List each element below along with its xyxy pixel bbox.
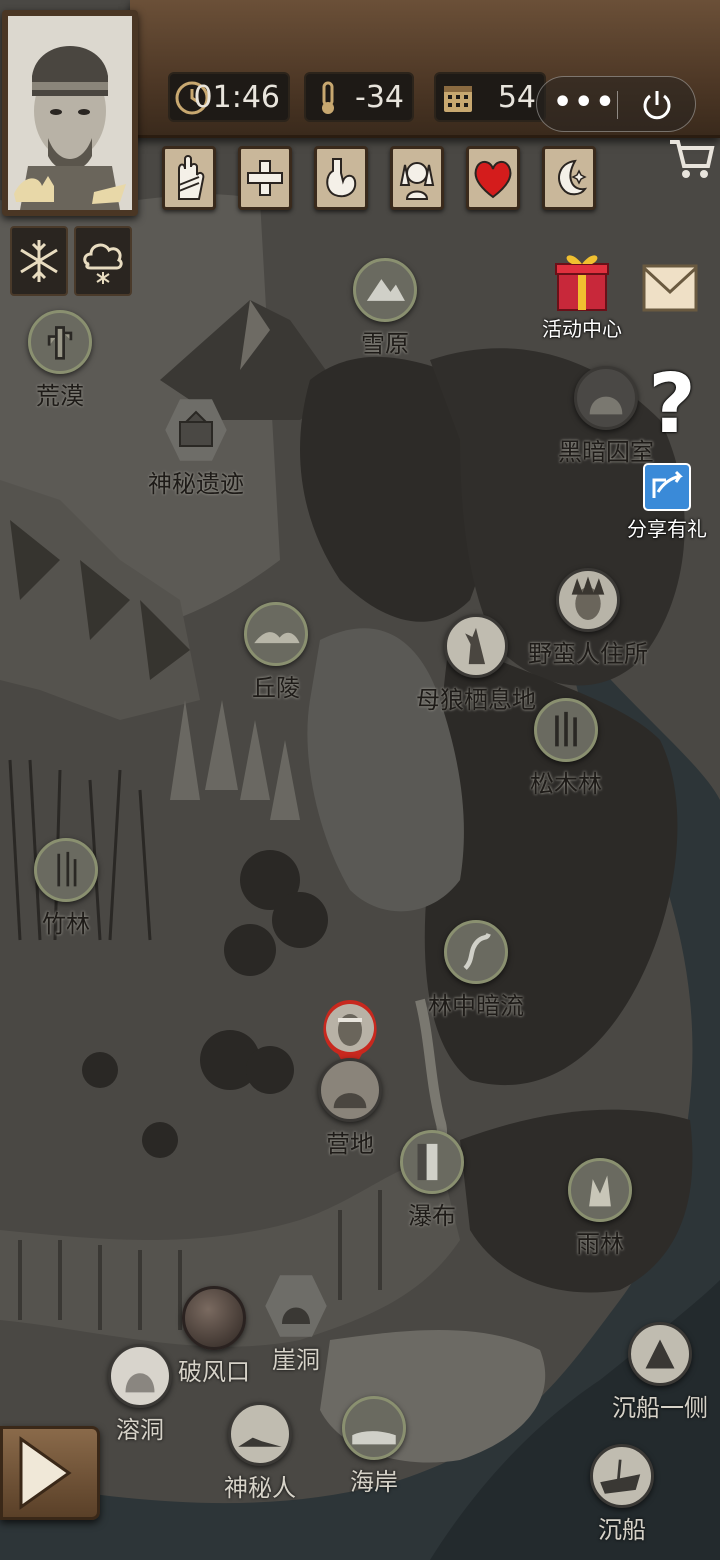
location-dark-cave[interactable]: 黑暗囚室: [546, 366, 666, 467]
cave-icon: [574, 366, 638, 430]
location-snowfield[interactable]: 雪原: [325, 258, 445, 359]
location-forest-stream[interactable]: 林中暗流: [416, 920, 536, 1021]
mail-icon[interactable]: [642, 262, 698, 314]
location-bamboo[interactable]: 竹林: [6, 838, 126, 939]
events-center-label: 活动中心: [542, 317, 622, 341]
clock-stat: 01:46: [168, 72, 290, 122]
next-arrow-button[interactable]: [0, 1426, 100, 1520]
bandage-status[interactable]: [162, 146, 216, 210]
cactus-icon: [28, 310, 92, 374]
location-rainforest[interactable]: 雨林: [540, 1158, 660, 1259]
waterfall-icon: [400, 1130, 464, 1194]
day-value: 54: [497, 80, 536, 115]
heart-icon: [474, 161, 512, 199]
weather-snow[interactable]: [10, 226, 68, 296]
pine-tree-icon: [534, 698, 598, 762]
temperature-value: -34: [355, 80, 404, 115]
mini-program-capsule: •••: [536, 76, 696, 132]
more-button[interactable]: •••: [553, 85, 617, 120]
share-icon: [643, 463, 691, 511]
location-hills[interactable]: 丘陵: [216, 602, 336, 703]
weather-cloud[interactable]: [74, 226, 132, 296]
player-portrait[interactable]: [2, 10, 138, 216]
gift-icon: [555, 255, 609, 311]
health-status[interactable]: [238, 146, 292, 210]
rainforest-icon: [568, 1158, 632, 1222]
cliff-cave-icon: [265, 1275, 327, 1337]
location-shipwreck-side[interactable]: 沉船一侧: [600, 1322, 720, 1423]
mysterious-man-icon: [228, 1402, 292, 1466]
location-pine-forest[interactable]: 松木林: [506, 698, 626, 799]
stream-icon: [444, 920, 508, 984]
ruins-icon: [165, 399, 227, 461]
location-cliff-cave[interactable]: 崖洞: [236, 1274, 356, 1375]
sleep-status[interactable]: [542, 146, 596, 210]
wolf-icon: [444, 614, 508, 678]
shop-cart-icon[interactable]: [666, 136, 716, 182]
bamboo-icon: [34, 838, 98, 902]
calendar-icon: [444, 86, 472, 112]
capsule-divider: [617, 91, 618, 119]
location-waterfall[interactable]: 瀑布: [372, 1130, 492, 1231]
location-mysterious-man[interactable]: 神秘人: [200, 1402, 320, 1503]
thermometer-icon: [322, 81, 334, 114]
snowflake-icon: [20, 240, 58, 282]
time-value: 01:46: [193, 80, 280, 115]
location-shipwreck[interactable]: 沉船: [562, 1444, 682, 1545]
events-center-button[interactable]: 活动中心: [542, 248, 622, 342]
heart-status[interactable]: [466, 146, 520, 210]
camp-icon: [318, 1058, 382, 1122]
hills-icon: [244, 602, 308, 666]
tent-icon: [628, 1322, 692, 1386]
location-savage-dwelling[interactable]: 野蛮人住所: [528, 568, 648, 669]
karst-cave-icon: [108, 1344, 172, 1408]
night-moon-icon: [558, 159, 588, 196]
first-aid-icon: [247, 160, 283, 196]
coast-icon: [342, 1396, 406, 1460]
power-icon[interactable]: [637, 85, 677, 125]
share-button[interactable]: 分享有礼: [622, 462, 712, 542]
hunger-status[interactable]: [314, 146, 368, 210]
stomach-icon: [326, 158, 357, 198]
snowfield-icon: [353, 258, 417, 322]
location-desert[interactable]: 荒漠: [0, 310, 120, 411]
shipwreck-icon: [590, 1444, 654, 1508]
savage-face-icon: [556, 568, 620, 632]
bandage-icon: [178, 155, 205, 200]
headache-icon: [399, 162, 435, 200]
mental-status[interactable]: [390, 146, 444, 210]
location-coast[interactable]: 海岸: [314, 1396, 434, 1497]
day-stat: 54: [434, 72, 546, 122]
survivor-face-icon: [8, 16, 132, 210]
temperature-stat: -34: [304, 72, 414, 122]
share-label: 分享有礼: [627, 517, 707, 541]
snow-cloud-icon: [83, 243, 123, 284]
location-mystery-ruins[interactable]: 神秘遗迹: [136, 398, 256, 499]
play-arrow-icon: [19, 1436, 72, 1510]
